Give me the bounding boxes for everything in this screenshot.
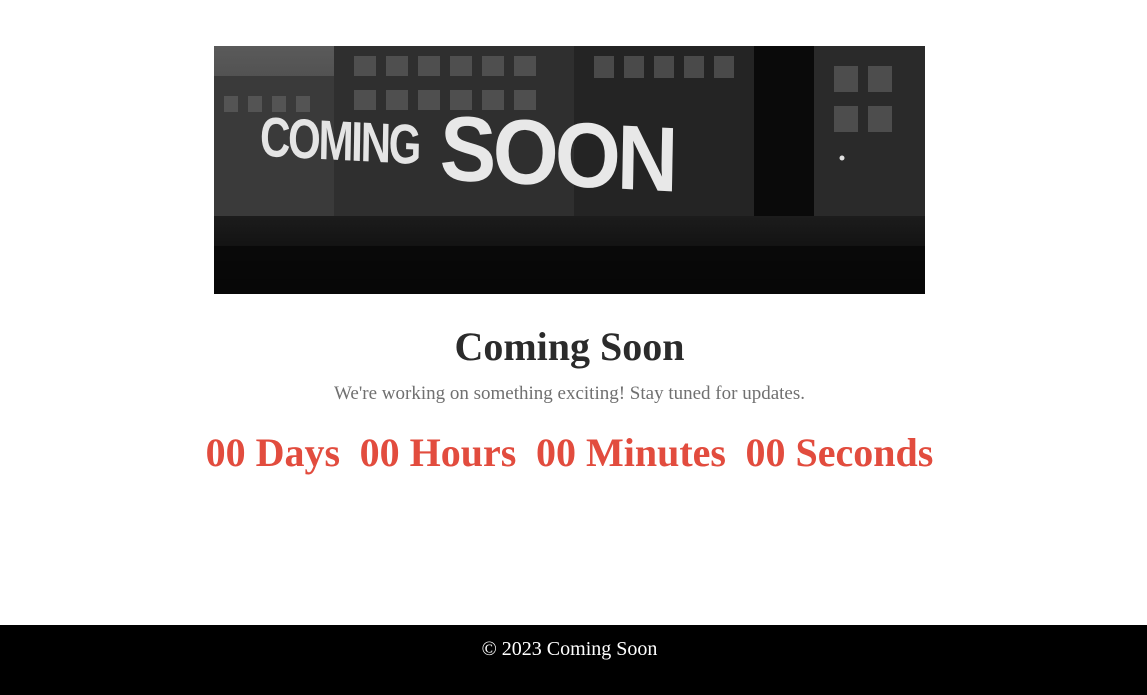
page-title: Coming Soon — [454, 324, 685, 369]
footer-copyright: © 2023 Coming Soon — [481, 638, 658, 660]
countdown-seconds: 00 Seconds — [745, 430, 934, 475]
countdown-days: 00 Days — [205, 430, 341, 475]
countdown-hours: 00 Hours — [359, 430, 517, 475]
hero-image: COMING SOON — [214, 46, 925, 294]
footer: © 2023 Coming Soon — [0, 625, 1147, 695]
countdown-minutes: 00 Minutes — [535, 430, 726, 475]
hero-word-soon: SOON — [439, 97, 676, 212]
coming-soon-page: COMING SOON Coming Soon We're working on… — [0, 0, 1147, 695]
hero-word-coming: COMING — [259, 104, 420, 177]
page-subtitle: We're working on something exciting! Sta… — [334, 383, 805, 404]
countdown-timer: 00 Days 00 Hours 00 Minutes 00 Seconds — [0, 427, 1139, 479]
